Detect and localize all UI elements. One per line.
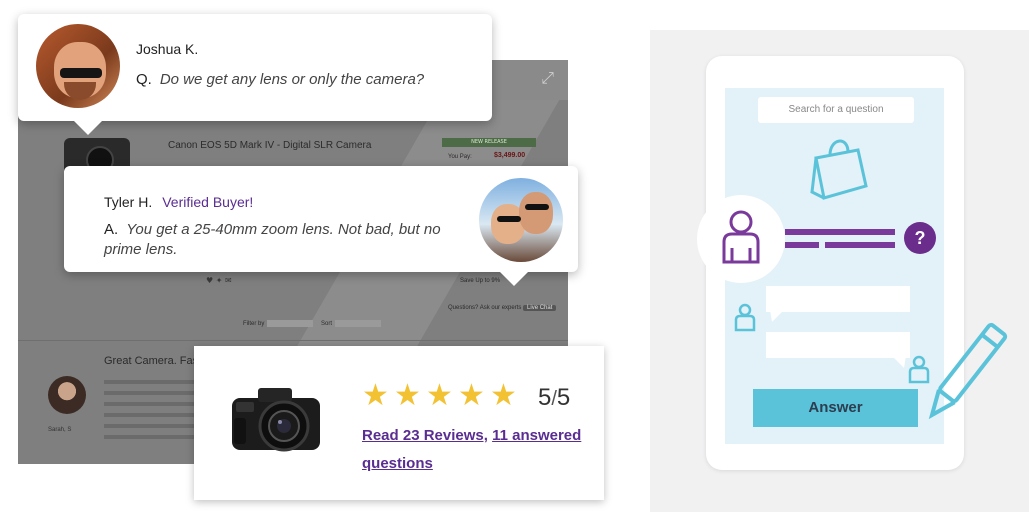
sign-up-text: Save Up to 9% [460, 278, 501, 284]
answer-card: Tyler H. Verified Buyer! A. You get a 25-4… [64, 166, 578, 286]
questions-prompt: Questions? Ask our experts Live Chat [448, 305, 557, 311]
social-icons[interactable]: ♥ ✦ ✉ [206, 276, 232, 285]
review-title: Great Camera. Fas [104, 355, 199, 367]
answerer-name: Tyler H. [104, 194, 153, 210]
star-rating: ★ ★ ★ ★ ★ [362, 378, 518, 413]
price: $3,499.00 [494, 152, 526, 159]
review-links: Read 23 Reviews, 11 answered questions [362, 422, 594, 478]
pencil-icon [928, 322, 1008, 420]
read-reviews-link[interactable]: Read 23 Reviews, [362, 427, 488, 444]
question-card: Joshua K. Q. Do we get any lens or only t… [18, 14, 492, 135]
review-body [104, 380, 204, 446]
question-line [785, 242, 819, 248]
small-user-icon [734, 303, 756, 332]
verified-badge: Verified Buyer! [162, 194, 254, 210]
person-shape [519, 192, 553, 234]
review-filters: Filter by Sort [243, 320, 387, 327]
you-pay-label: You Pay: [448, 154, 472, 160]
question-body: Do we get any lens or only the camera? [159, 71, 425, 88]
avatar [36, 24, 120, 108]
star-icon: ★ [490, 378, 517, 413]
question-text: Q. Do we get any lens or only the camera? [136, 71, 424, 88]
question-mark-icon: ? [904, 222, 936, 254]
release-badge: NEW RELEASE [442, 138, 536, 147]
bubble-tail [892, 356, 906, 368]
avatar [479, 178, 563, 262]
divider [18, 340, 568, 341]
answer-body: You get a 25-40mm zoom lens. Not bad, bu… [104, 221, 441, 258]
user-icon [722, 210, 760, 264]
answerer: Tyler H. Verified Buyer! [104, 194, 253, 210]
star-icon: ★ [426, 378, 453, 413]
beard-shape [64, 82, 96, 100]
live-chat-button[interactable]: Live Chat [523, 305, 557, 311]
answer-button[interactable]: Answer [753, 389, 918, 427]
asker-name: Joshua K. [136, 41, 199, 57]
rating-value: 5 [538, 384, 552, 411]
bubble-tail [770, 310, 784, 322]
search-input[interactable]: Search for a question [758, 97, 914, 123]
camera-icon [232, 388, 320, 452]
sunglasses-shape [60, 68, 102, 78]
chat-bubble [766, 286, 910, 312]
product-title: Canon EOS 5D Mark IV - Digital SLR Camer… [168, 140, 372, 151]
chat-bubble [766, 332, 910, 358]
question-line [825, 242, 895, 248]
reviewer-name: Sarah, S [48, 427, 72, 433]
filter-select[interactable] [267, 320, 314, 327]
expand-icon[interactable]: ⤢ [541, 68, 554, 88]
sort-select[interactable] [335, 320, 382, 327]
star-icon: ★ [394, 378, 421, 413]
reviewer-avatar [48, 376, 86, 414]
rating-score: 5/5 [538, 384, 570, 412]
review-summary-card: ★ ★ ★ ★ ★ 5/5 Read 23 Reviews, 11 answer… [194, 346, 604, 500]
question-line [785, 229, 895, 235]
answer-text: A. You get a 25-40mm zoom lens. Not bad, … [104, 220, 464, 260]
sunglasses-shape [525, 204, 549, 210]
star-icon: ★ [458, 378, 485, 413]
question-prefix: Q. [136, 71, 152, 88]
answer-prefix: A. [104, 221, 119, 238]
questions-text: Questions? Ask our experts [448, 305, 522, 311]
sort-label: Sort [321, 321, 333, 328]
sunglasses-shape [497, 216, 521, 222]
filter-label: Filter by [243, 321, 265, 328]
rating-max: 5 [556, 384, 571, 411]
shopping-bag-icon [810, 139, 868, 200]
star-icon: ★ [362, 378, 389, 413]
